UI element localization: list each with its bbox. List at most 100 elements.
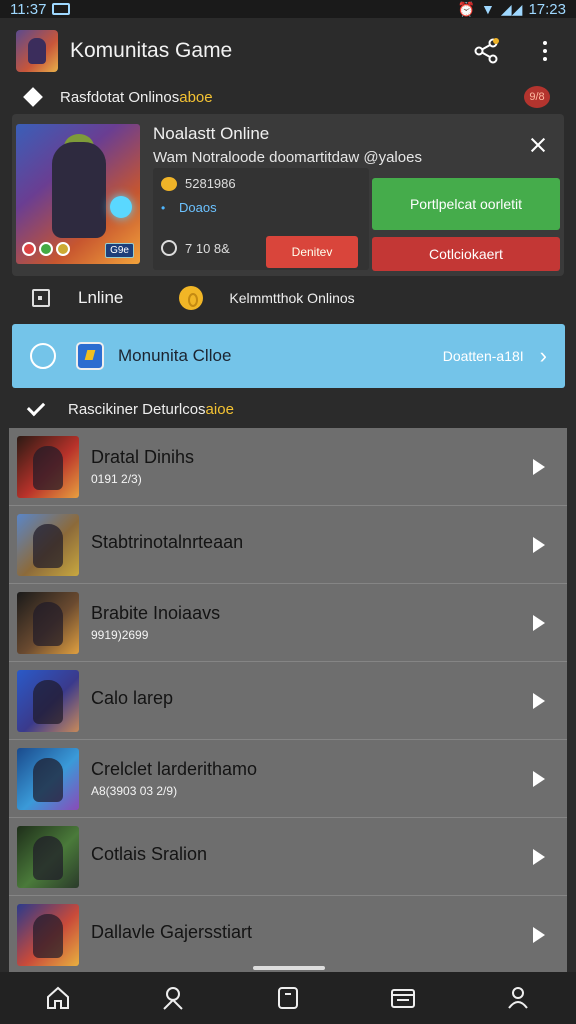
chevron-right-icon [533, 458, 545, 475]
game-thumbnail [17, 669, 79, 732]
art-glow [110, 196, 132, 218]
game-list: Dratal Dinihs 0191 2/3) Stabtrinotalnrte… [9, 428, 567, 972]
item-subtitle: 9919)2699 [91, 628, 149, 642]
item-title: Cotlais Sralion [91, 844, 208, 864]
share-button[interactable] [472, 36, 502, 66]
app-bar: Komunitas Game [0, 22, 576, 80]
online-right-text: Kelmmtthok Onlinos [229, 290, 355, 306]
item-text: Crelclet larderithamo A8(3903 03 2/9) [91, 759, 257, 798]
item-title: Calo larep [91, 688, 174, 708]
thumbnail-figure [33, 757, 63, 802]
item-text: Stabtrinotalnrteaan [91, 532, 243, 557]
signal-icon: ◢◢ [500, 0, 523, 17]
more-dot [543, 41, 547, 45]
featured-game-art: G9e [16, 124, 140, 264]
featured-card[interactable]: G9e Noalastt Online Wam Notraloode dooma… [12, 114, 564, 276]
thumbnail-figure [33, 601, 63, 646]
status-left: 11:37 [10, 0, 71, 18]
thumbnail-figure [33, 679, 63, 724]
thumbnail-figure [33, 445, 63, 490]
status-time-left: 11:37 [10, 0, 47, 18]
subheader: Rasfdotat Onlinos aboe 9/8 [0, 84, 576, 110]
chevron-right-icon [533, 770, 545, 787]
nav-community-button[interactable] [498, 978, 538, 1018]
more-options-button[interactable] [530, 36, 560, 66]
online-row[interactable]: Lnline Kelmmtthok Onlinos [0, 282, 576, 314]
game-thumbnail [17, 747, 79, 810]
nav-home-button[interactable] [38, 978, 78, 1018]
app-title: Komunitas Game [70, 39, 233, 62]
alarm-icon: ⏰ [457, 0, 476, 17]
coin-icon [161, 176, 177, 191]
more-dot [543, 49, 547, 53]
section-highlight: aioe [205, 400, 234, 418]
banner-right-text: Doatten-a18I [442, 348, 524, 364]
notification-badge[interactable]: 9/8 [524, 86, 550, 108]
list-item[interactable]: Cotlais Sralion [9, 818, 567, 896]
list-item[interactable]: Calo larep [9, 662, 567, 740]
square-icon [32, 289, 50, 307]
item-title: Dratal Dinihs [91, 447, 195, 467]
share-icon [474, 38, 499, 64]
game-thumbnail [17, 903, 79, 966]
decline-button[interactable]: Denitev [266, 236, 358, 268]
chevron-right-icon [533, 926, 545, 943]
nav-profile-button[interactable] [153, 978, 193, 1018]
game-thumbnail [17, 435, 79, 498]
art-badges [22, 242, 70, 256]
online-label: Lnline [78, 288, 124, 307]
badge-red [22, 242, 36, 256]
item-title: Dallavle Gajersstiart [91, 922, 253, 942]
subheader-highlight: aboe [179, 88, 213, 106]
item-text: Cotlais Sralion [91, 844, 207, 869]
notification-icon [52, 3, 71, 15]
profile-icon [163, 987, 183, 1010]
diamond-icon [23, 87, 43, 107]
art-figure [52, 142, 106, 238]
coin-icon [179, 286, 204, 310]
featured-description: Wam Notraloode doomartitdaw @yaloes [153, 149, 422, 166]
dot-icon: • [161, 200, 166, 215]
art-tag: G9e [105, 243, 134, 258]
item-text: Dallavle Gajersstiart [91, 922, 252, 947]
list-item[interactable]: Dallavle Gajersstiart [9, 896, 567, 972]
app-logo [16, 30, 58, 72]
primary-action-button[interactable]: Portlpelcat oorletit [372, 178, 560, 230]
community-banner[interactable]: Monunita Clloe Doatten-a18I › [12, 324, 565, 388]
list-item[interactable]: Stabtrinotalnrteaan [9, 506, 567, 584]
bottom-nav [0, 972, 576, 1024]
square-icon [277, 987, 298, 1009]
status-bar: 11:37 ⏰ ▼ ◢◢ 17:23 [0, 0, 576, 18]
smile-icon [161, 240, 177, 256]
check-icon [26, 397, 46, 417]
thumbnail-figure [33, 523, 63, 568]
chevron-right-icon: › [539, 343, 547, 368]
meta-line2: Doaos [179, 200, 217, 215]
item-title: Brabite Inoiaavs [91, 603, 221, 623]
item-subtitle: A8(3903 03 2/9) [91, 784, 178, 798]
item-subtitle: 0191 2/3) [91, 472, 142, 486]
nav-square-button[interactable] [268, 978, 308, 1018]
secondary-action-button[interactable]: Cotlciokaert [372, 237, 560, 271]
featured-title: Noalastt Online [153, 124, 270, 143]
chevron-right-icon [533, 614, 545, 631]
section-header: Rascikiner Deturlcos aioe [0, 396, 576, 422]
meta-row: 7 10 8& [161, 240, 230, 256]
chat-icon [30, 343, 56, 369]
community-icon [508, 987, 529, 1009]
chevron-right-icon [533, 536, 545, 553]
list-item[interactable]: Crelclet larderithamo A8(3903 03 2/9) [9, 740, 567, 818]
item-text: Dratal Dinihs 0191 2/3) [91, 447, 194, 486]
close-icon[interactable] [526, 134, 550, 158]
banner-title: Monunita Clloe [118, 346, 232, 365]
meta-line3: 7 10 8& [185, 240, 230, 256]
list-item[interactable]: Dratal Dinihs 0191 2/3) [9, 428, 567, 506]
status-right: ⏰ ▼ ◢◢ 17:23 [458, 1, 566, 18]
nav-folder-button[interactable] [383, 978, 423, 1018]
home-icon [46, 986, 69, 1009]
item-text: Calo larep [91, 688, 173, 713]
status-time-right: 17:23 [528, 0, 566, 18]
meta-row: 5281986 [161, 176, 236, 191]
list-item[interactable]: Brabite Inoiaavs 9919)2699 [9, 584, 567, 662]
thumbnail-figure [33, 835, 63, 880]
